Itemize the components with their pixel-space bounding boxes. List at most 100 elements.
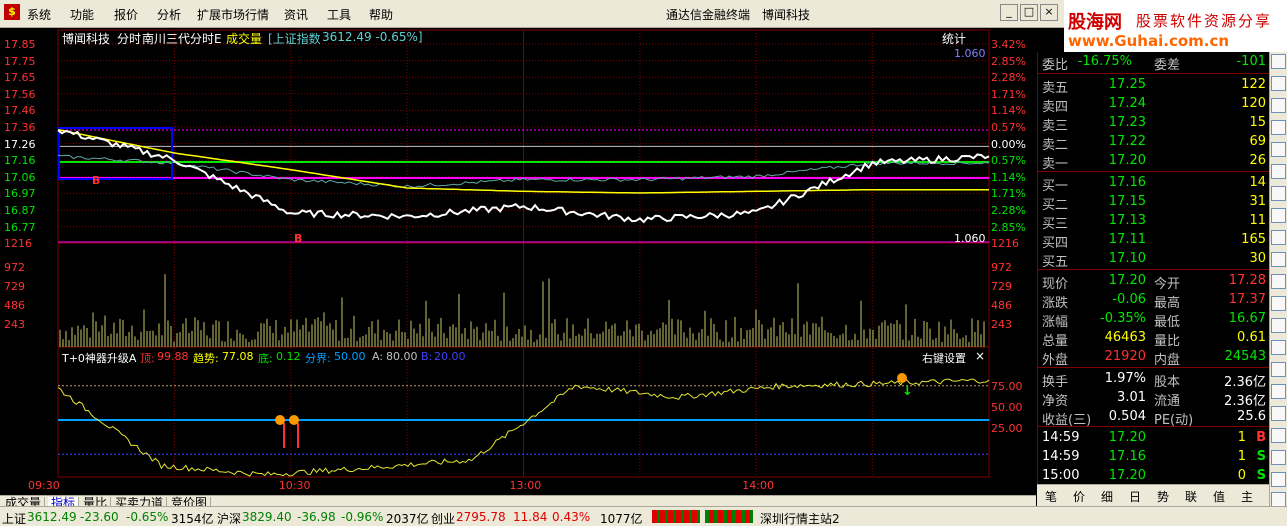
chart-mode[interactable]: 分时: [117, 30, 141, 47]
price-axis-tick: 17.46: [4, 104, 36, 118]
indicator-settings[interactable]: 右键设置: [922, 350, 966, 366]
order-ratio-value: -16.75%: [1077, 54, 1132, 69]
menu-extended-market[interactable]: 扩展市场行情: [197, 6, 269, 23]
quote-tab[interactable]: 联: [1185, 488, 1197, 505]
stat-row: 现价 17.20 今开 17.28: [1038, 272, 1270, 292]
sz-index-value: 3829.40: [242, 510, 292, 524]
cy-index-value: 2795.78: [456, 510, 506, 524]
ad-banner[interactable]: 股海网 股票软件资源分享 www.Guhai.com.cn: [1064, 0, 1287, 52]
close-button[interactable]: ×: [1040, 4, 1058, 21]
menu-tools[interactable]: 工具: [327, 6, 351, 23]
tool-icon[interactable]: [1271, 362, 1286, 377]
pct-axis-tick: 2.85%: [991, 220, 1026, 234]
stat-value: -0.06: [1112, 292, 1146, 307]
indicator-name[interactable]: T+0神器升级A: [62, 350, 136, 366]
tool-icon[interactable]: [1271, 208, 1286, 223]
index-label: [上证指数: [268, 32, 321, 46]
tool-icon[interactable]: [1271, 384, 1286, 399]
tool-icon[interactable]: [1271, 252, 1286, 267]
sell-signal-icon: [897, 373, 907, 383]
quote-tab[interactable]: 值: [1213, 488, 1225, 505]
fundamental-label: 净资: [1042, 394, 1069, 409]
quote-tab[interactable]: 日: [1129, 488, 1141, 505]
indicator-trend-label: 趋势:: [193, 352, 219, 365]
tick-flag: S: [1256, 468, 1266, 483]
stat-value: -0.35%: [1100, 311, 1146, 326]
server-name[interactable]: 深圳行情主站2: [760, 510, 840, 526]
tick-time: 15:00: [1042, 468, 1080, 483]
quote-tab[interactable]: 势: [1157, 488, 1169, 505]
tool-icon[interactable]: [1271, 76, 1286, 91]
tool-icon[interactable]: [1271, 296, 1286, 311]
ratio-low-label: 1.060: [954, 232, 986, 245]
quote-tab[interactable]: 价: [1073, 488, 1085, 505]
quote-tab[interactable]: 主: [1241, 488, 1253, 505]
pct-axis-tick: 1.14%: [991, 170, 1026, 184]
indicator-formula-name[interactable]: 南川三代分时E: [142, 30, 222, 47]
stat-label: 今开: [1154, 277, 1181, 292]
stat-label: 涨跌: [1042, 296, 1069, 311]
fundamental-label: 股本: [1154, 375, 1181, 390]
tick-volume: 1: [1237, 430, 1246, 445]
minimize-button[interactable]: _: [1000, 4, 1018, 21]
price-axis-tick: 16.77: [4, 220, 36, 234]
time-axis-tick: 13:00: [509, 479, 542, 492]
tick-flag: S: [1256, 449, 1266, 464]
quote-panel[interactable]: 委比 -16.75% 委差 -101 卖五 17.25 122 卖四 17.24 120 卖…: [1037, 52, 1270, 484]
ask-label: 卖四: [1042, 100, 1069, 115]
volume-axis-tick: 243: [991, 318, 1012, 331]
tool-icon[interactable]: [1271, 340, 1286, 355]
quote-tab[interactable]: 细: [1101, 488, 1113, 505]
sh-index-change: -23.60: [80, 510, 119, 524]
pct-axis-tick: 1.14%: [991, 104, 1026, 118]
tool-icon[interactable]: [1271, 492, 1286, 507]
price-axis-tick: 17.06: [4, 170, 36, 184]
tick-price: 17.16: [1108, 449, 1146, 464]
tool-icon[interactable]: [1271, 186, 1286, 201]
cy-index-amount: 1077亿: [600, 512, 643, 526]
tool-icon[interactable]: [1271, 406, 1286, 421]
indicator-close-icon[interactable]: ×: [975, 349, 985, 363]
pct-axis-tick: 1.71%: [991, 187, 1026, 201]
pct-axis-tick: 3.42%: [991, 38, 1026, 51]
tool-icon[interactable]: [1271, 54, 1286, 69]
menu-news[interactable]: 资讯: [284, 6, 308, 23]
menu-system[interactable]: 系统: [27, 6, 51, 23]
menu-help[interactable]: 帮助: [369, 6, 393, 23]
tool-icon[interactable]: [1271, 428, 1286, 443]
chart-canvas[interactable]: [0, 28, 1036, 495]
bid-label: 买二: [1042, 198, 1069, 213]
bid-label: 买五: [1042, 255, 1069, 270]
tool-icon[interactable]: [1271, 230, 1286, 245]
ask-volume: 26: [1249, 153, 1266, 168]
stat-row: 涨幅 -0.35% 最低 16.67: [1038, 310, 1270, 330]
stat-row: 涨跌 -0.06 最高 17.37: [1038, 291, 1270, 311]
ask-volume: 122: [1241, 77, 1266, 92]
tool-icon[interactable]: [1271, 472, 1286, 487]
indicator-trend-value: 77.08: [222, 350, 254, 363]
indicator-axis-tick: 50.00: [991, 401, 1023, 414]
sh-index-pct: -0.65%: [126, 510, 169, 524]
bid-label: 买一: [1042, 179, 1069, 194]
maximize-button[interactable]: □: [1020, 4, 1038, 21]
ask-volume: 120: [1241, 96, 1266, 111]
tool-icon[interactable]: [1271, 164, 1286, 179]
tool-icon[interactable]: [1271, 274, 1286, 289]
ask-price: 17.24: [1108, 96, 1146, 111]
app-logo-icon[interactable]: $: [4, 4, 20, 20]
tool-icon[interactable]: [1271, 98, 1286, 113]
tick-volume: 1: [1237, 449, 1246, 464]
tool-icon[interactable]: [1271, 120, 1286, 135]
menu-analysis[interactable]: 分析: [157, 6, 181, 23]
sell-arrow-icon: ↓: [902, 384, 913, 399]
menu-quote[interactable]: 报价: [114, 6, 138, 23]
quote-tab[interactable]: 笔: [1045, 488, 1057, 505]
menu-function[interactable]: 功能: [70, 6, 94, 23]
tool-icon[interactable]: [1271, 142, 1286, 157]
tool-icon[interactable]: [1271, 450, 1286, 465]
tool-icon[interactable]: [1271, 318, 1286, 333]
order-diff-label: 委差: [1154, 58, 1181, 73]
intraday-chart[interactable]: 博闻科技 分时 南川三代分时E 成交量 [上证指数 3612.49 -0.65%…: [0, 28, 1036, 495]
stats-button[interactable]: 统计: [942, 30, 966, 47]
stat-label: 现价: [1042, 277, 1069, 292]
